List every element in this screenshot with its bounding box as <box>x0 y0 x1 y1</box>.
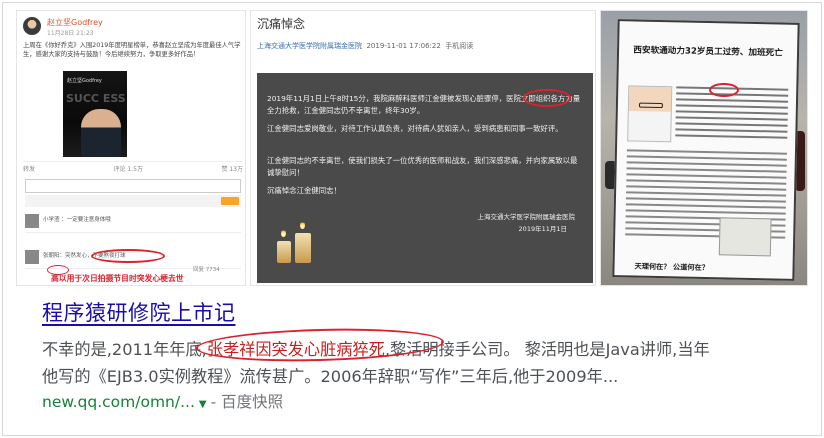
comment-item: 小学渣 ：一定要注意身体哦 <box>25 211 241 233</box>
obituary-org: 上海交通大学医学院附属瑞金医院 <box>477 213 576 221</box>
repost-action: 转发 <box>23 166 36 173</box>
search-result-title-link[interactable]: 程序猿研修院上市记 <box>42 297 236 327</box>
weibo-username: 赵立坚Godfrey <box>47 18 103 27</box>
poster-caption: 赵立坚Godfrey <box>67 78 102 84</box>
weibo-post-image: 赵立坚Godfrey SUCC ESS <box>63 71 127 157</box>
comment-submit-button <box>221 197 239 205</box>
obituary-paragraph: 江金健同志的不幸离世，使我们损失了一位优秀的医师和战友，我们深感悲痛，并向家属致… <box>267 156 578 177</box>
result-url[interactable]: new.qq.com/omn/... <box>42 393 195 411</box>
comment-reply-label: 回复 <box>193 267 205 273</box>
victim-photo <box>627 85 673 143</box>
obituary-paragraph: 江金健同志爱岗敬业，对待工作认真负责，对待病人犹如亲人，受到病患和同事一致好评。 <box>267 124 563 133</box>
comment-avatar <box>25 250 39 264</box>
obituary-screenshot: 沉痛悼念 上海交通大学医学院附属瑞金医院 2019-11-01 17:06:22… <box>250 10 596 286</box>
document-image <box>718 217 772 257</box>
weibo-post-header: 赵立坚Godfrey 11月28日 21:23 <box>23 17 243 37</box>
comment-counts: 回复 7734 <box>193 265 220 273</box>
comment-avatar <box>25 214 39 228</box>
flame <box>300 221 305 229</box>
glasses-icon <box>638 102 663 109</box>
red-caption: 高以用于次日拍摄节目时突发心梗去世 <box>51 274 184 283</box>
snippet-text: 不幸的是,2011年年底, <box>42 340 207 359</box>
weibo-time: 11月28日 21:23 <box>47 30 94 37</box>
sign-footer: 天理何在？ 公道何在？ <box>634 261 710 273</box>
obituary-date: 2019年11月1日 <box>518 225 567 233</box>
highlight-circle <box>709 83 739 97</box>
protest-sign: 西安软通动力32岁员工过劳、加班死亡 天理何在？ 公道何在？ <box>612 19 800 281</box>
flame <box>281 229 286 237</box>
comment-toolbar <box>25 195 241 207</box>
sign-title: 西安软通动力32岁员工过劳、加班死亡 <box>633 45 783 59</box>
avatar <box>23 17 41 35</box>
obituary-meta-tail: 手机阅读 <box>445 42 474 50</box>
url-separator: - <box>210 393 217 411</box>
like-action: 赞 13万 <box>221 166 243 173</box>
obituary-source: 上海交通大学医学院附属瑞金医院 <box>257 42 362 50</box>
url-dropdown-icon[interactable]: ▼ <box>199 399 207 410</box>
weibo-screenshot: 赵立坚Godfrey 11月28日 21:23 上周在《你好乔克》入围2019年… <box>16 10 246 286</box>
highlight-circle <box>91 249 165 263</box>
highlight-circle <box>523 89 571 107</box>
candles-image <box>271 221 327 263</box>
poster-big-text: SUCC ESS <box>66 92 126 105</box>
snippet-line: 他写的《EJB3.0实例教程》流传甚广。2006年辞职“写作”三年后,他于200… <box>42 367 619 386</box>
obituary-title: 沉痛悼念 <box>257 17 306 31</box>
comment-text: 小学渣 ：一定要注意身体哦 <box>43 217 111 223</box>
comment-like-count: 7734 <box>205 267 220 273</box>
search-result-url-row: new.qq.com/omn/... ▼ - 百度快照 <box>42 390 283 412</box>
comment-input <box>25 179 241 193</box>
weibo-actions: 转发 评论 1.5万 赞 13万 <box>23 161 243 173</box>
obituary-time: 2019-11-01 17:06:22 <box>366 42 441 50</box>
obituary-paragraph: 沉痛悼念江金健同志！ <box>267 186 341 195</box>
comment-action: 评论 1.5万 <box>113 166 143 173</box>
candle <box>295 233 311 263</box>
protest-sign-photo: 西安软通动力32岁员工过劳、加班死亡 天理何在？ 公道何在？ <box>600 10 808 286</box>
poster-person <box>81 109 121 157</box>
obituary-meta: 上海交通大学医学院附属瑞金医院 2019-11-01 17:06:22 手机阅读 <box>257 41 473 51</box>
weibo-post-text: 上周在《你好乔克》入围2019年度明星榜单，恭喜赵立坚成为年度最佳人气学生，感谢… <box>23 42 241 58</box>
cache-link[interactable]: 百度快照 <box>221 393 283 411</box>
candle <box>277 241 291 263</box>
